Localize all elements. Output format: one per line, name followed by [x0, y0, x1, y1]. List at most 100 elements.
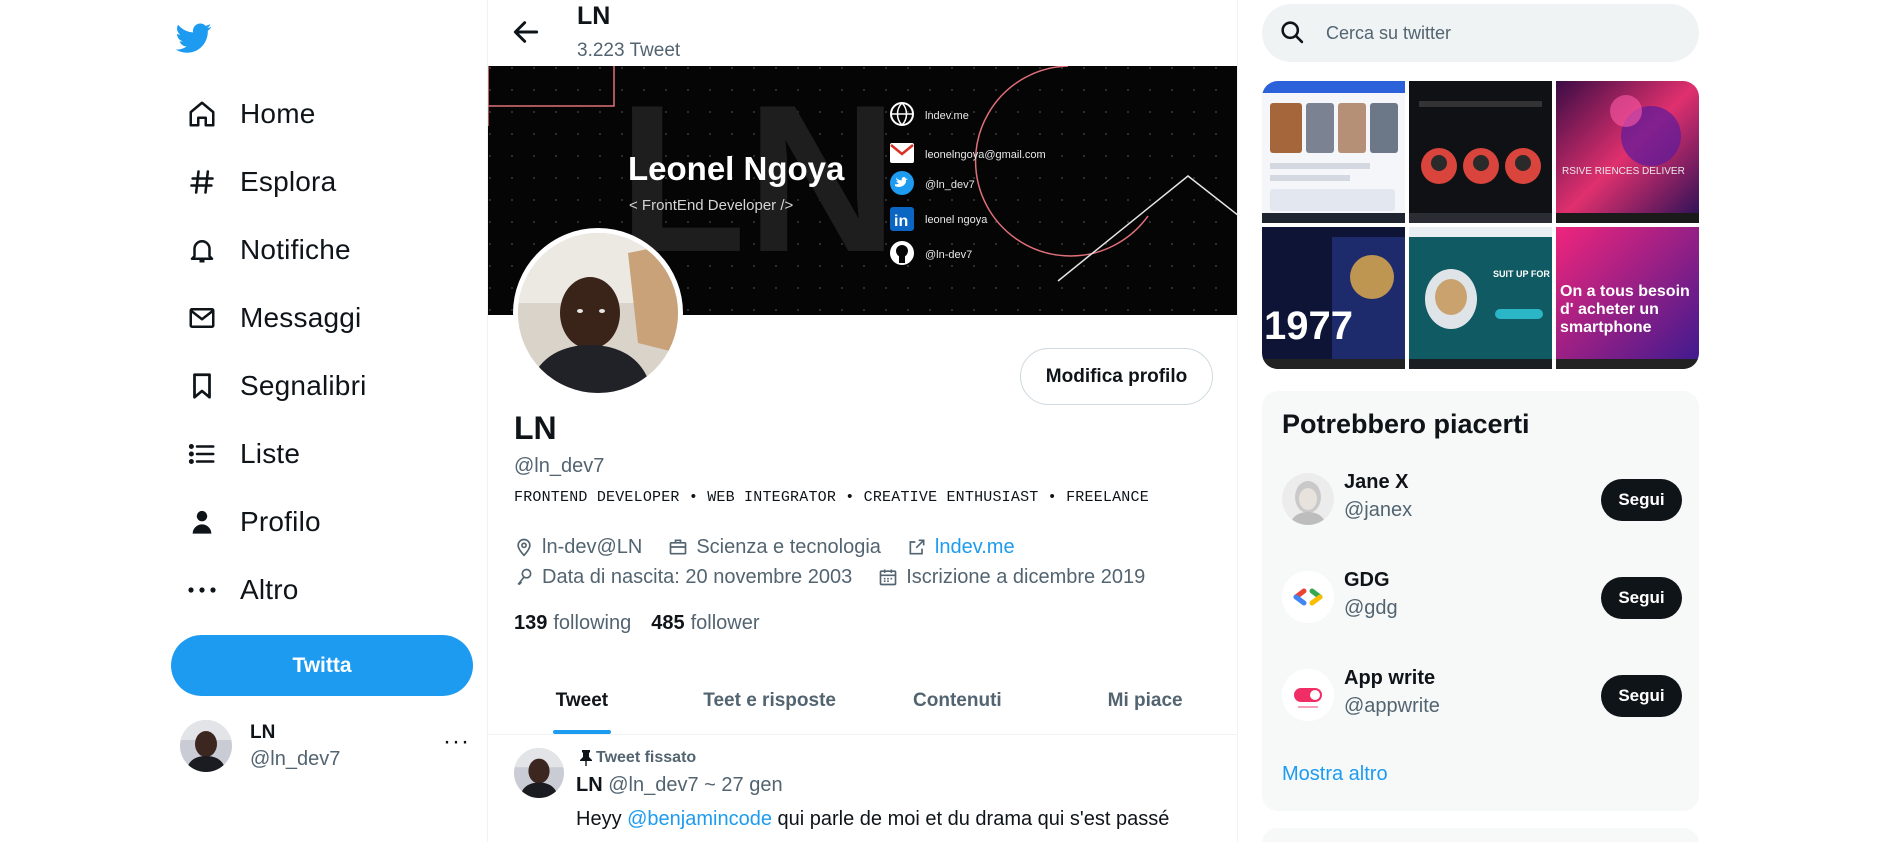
balloon-icon: [517, 568, 532, 586]
avatar: [180, 720, 232, 772]
who-to-follow-card: Potrebbero piacerti Jane X @janex Segui …: [1262, 391, 1699, 811]
nav-messages[interactable]: Messaggi: [186, 294, 361, 342]
banner-link-twitter: @ln_dev7: [925, 179, 975, 191]
suggestion-name: GDG: [1344, 569, 1390, 591]
banner-name: Leonel Ngoya: [628, 150, 845, 187]
follow-button[interactable]: Segui: [1601, 675, 1682, 717]
suggestion-item[interactable]: GDG @gdg Segui: [1282, 565, 1682, 629]
avatar[interactable]: [1282, 473, 1334, 525]
nav-label: Altro: [240, 574, 299, 605]
nav-label: Esplora: [240, 166, 337, 197]
briefcase-icon: [670, 539, 687, 555]
tab-media[interactable]: Contenuti: [864, 667, 1052, 734]
account-switcher[interactable]: LN @ln_dev7 ···: [180, 716, 470, 776]
suggestion-handle: @appwrite: [1344, 695, 1440, 717]
show-more-link[interactable]: Mostra altro: [1282, 763, 1388, 786]
nav-label: Home: [240, 98, 316, 129]
mail-icon: [186, 302, 218, 334]
media-thumb[interactable]: On a tous besoin d' acheter un smartphon…: [1556, 227, 1699, 369]
follow-stats: 139 following 485 follower: [514, 612, 780, 635]
account-name: LN: [250, 721, 276, 743]
header-name: LN: [577, 2, 611, 30]
nav-lists[interactable]: Liste: [186, 430, 300, 478]
pinned-label: Tweet fissato: [579, 749, 696, 767]
banner-link-github: @ln-dev7: [925, 249, 972, 261]
media-thumb[interactable]: 1977: [1262, 227, 1405, 369]
pin-icon: [580, 750, 592, 766]
nav-more[interactable]: Altro: [186, 566, 299, 614]
location-pin-icon: [517, 538, 531, 557]
hashtag-icon: [186, 166, 218, 198]
suggestion-name: Jane X: [1344, 471, 1409, 493]
follow-button[interactable]: Segui: [1601, 577, 1682, 619]
nav-profile[interactable]: Profilo: [186, 498, 321, 546]
trends-card: [1262, 828, 1699, 842]
tweet-meta: @ln_dev7 ~ 27 gen: [608, 774, 783, 796]
media-thumb[interactable]: SUIT UP FOR THE JOURNEY !: [1409, 227, 1552, 369]
suggestion-handle: @janex: [1344, 499, 1413, 521]
suggestion-handle: @gdg: [1344, 597, 1398, 619]
media-thumb[interactable]: [1262, 81, 1405, 223]
nav-home[interactable]: Home: [186, 90, 316, 138]
linkedin-icon: in: [890, 207, 914, 231]
suggestion-item[interactable]: App write @appwrite Segui: [1282, 663, 1682, 727]
media-thumb-text: On a tous besoin d' acheter un smartphon…: [1560, 283, 1690, 336]
bookmark-icon: [186, 370, 218, 402]
followers-link[interactable]: 485 follower: [651, 612, 759, 635]
nav-label: Segnalibri: [240, 370, 367, 401]
media-thumb[interactable]: RSIVE RIENCES DELIVER: [1556, 81, 1699, 223]
profile-tabs: Tweet Teet e risposte Contenuti Mi piace: [488, 667, 1237, 735]
suggestion-name: App write: [1344, 667, 1436, 689]
profile-website[interactable]: lndev.me: [907, 536, 1015, 559]
profile-column: LN 3.223 Tweet LN Leonel Ngoya < FrontEn…: [487, 0, 1238, 842]
search-input[interactable]: [1326, 18, 1666, 48]
svg-text:in: in: [894, 213, 908, 230]
banner-link-linkedin: leonel ngoya: [925, 214, 988, 226]
profile-header-bar: LN 3.223 Tweet: [488, 0, 1237, 66]
tweet-header: LN @ln_dev7 ~ 27 gen: [576, 774, 783, 797]
tab-replies[interactable]: Teet e risposte: [676, 667, 864, 734]
mention-link[interactable]: @benjamincode: [627, 808, 772, 830]
tweet-author[interactable]: LN: [576, 774, 603, 796]
search-icon: [1281, 21, 1304, 44]
back-arrow-icon[interactable]: [510, 16, 542, 48]
list-icon: [186, 438, 218, 470]
profile-avatar[interactable]: [513, 228, 683, 398]
profile-birth: Data di nascita: 20 novembre 2003: [514, 566, 852, 589]
follow-button[interactable]: Segui: [1601, 479, 1682, 521]
tab-likes[interactable]: Mi piace: [1051, 667, 1237, 734]
banner-link-email: leonelngoya@gmail.com: [925, 149, 1046, 161]
card-title: Potrebbero piacerti: [1282, 409, 1530, 439]
twitter-bird-icon[interactable]: [174, 20, 214, 56]
external-link-icon: [909, 539, 925, 555]
nav-bookmarks[interactable]: Segnalibri: [186, 362, 367, 410]
nav-label: Notifiche: [240, 234, 351, 265]
media-thumb[interactable]: [1409, 81, 1552, 223]
right-sidebar: RSIVE RIENCES DELIVER 1977 SUIT UP FOR T…: [1238, 0, 1897, 842]
following-link[interactable]: 139 following: [514, 612, 631, 635]
tweet-text: Heyy @benjamincode qui parle de moi et d…: [576, 808, 1170, 830]
account-handle: @ln_dev7: [250, 747, 341, 770]
website-link[interactable]: lndev.me: [935, 536, 1015, 559]
person-icon: [186, 506, 218, 538]
profile-bio: FRONTEND DEVELOPER • WEB INTEGRATOR • CR…: [514, 489, 1149, 506]
profile-meta-row: ln-dev@LN Scienza e tecnologia lndev.me: [514, 534, 1041, 560]
search-box[interactable]: [1262, 4, 1699, 62]
more-icon[interactable]: ···: [443, 728, 470, 756]
nav-label: Messaggi: [240, 302, 362, 333]
tab-tweets[interactable]: Tweet: [488, 667, 676, 734]
edit-profile-button[interactable]: Modifica profilo: [1020, 348, 1213, 405]
nav-explore[interactable]: Esplora: [186, 158, 336, 206]
banner-link-website: lndev.me: [925, 110, 969, 122]
avatar[interactable]: [514, 748, 564, 798]
tweet-button[interactable]: Twitta: [171, 635, 473, 696]
profile-meta-row: Data di nascita: 20 novembre 2003 Iscriz…: [514, 564, 1171, 590]
nav-notifications[interactable]: Notifiche: [186, 226, 351, 274]
nav-label: Profilo: [240, 506, 321, 537]
home-icon: [186, 98, 218, 130]
gdg-logo-icon[interactable]: [1282, 571, 1334, 623]
appwrite-logo-icon[interactable]: [1282, 669, 1334, 721]
github-icon: [890, 241, 914, 265]
suggestion-item[interactable]: Jane X @janex Segui: [1282, 467, 1682, 531]
twitter-icon: [890, 171, 914, 195]
